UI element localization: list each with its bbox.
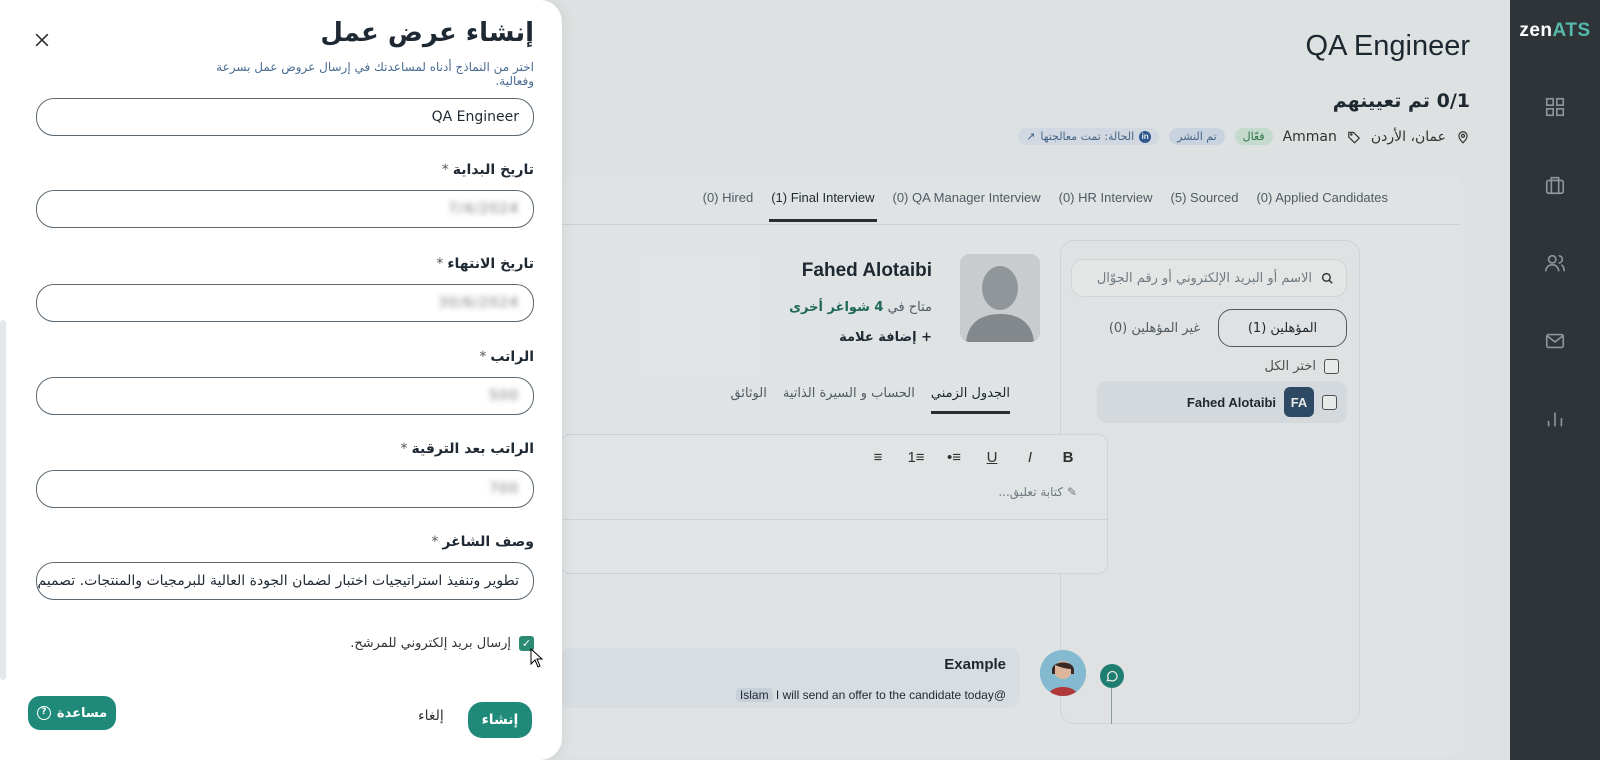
end-date-field[interactable]: 30/6/2024	[36, 284, 534, 322]
salary-after-label: الراتب بعد الترقية*	[400, 441, 535, 457]
start-date-label: تاريخ البداية*	[441, 162, 534, 178]
briefcase-icon[interactable]	[1542, 172, 1568, 198]
job-title-field[interactable]: QA Engineer	[36, 98, 534, 136]
end-date-label: تاريخ الانتهاء*	[436, 256, 534, 272]
mouse-cursor-icon	[530, 648, 544, 668]
create-offer-modal: إنشاء عرض عمل اختر من النماذج أدناه لمسا…	[0, 0, 562, 760]
zenats-logo[interactable]: zenATS	[1519, 20, 1590, 42]
cancel-button[interactable]: إلغاء	[418, 708, 444, 724]
users-icon[interactable]	[1542, 250, 1568, 276]
salary-after-field[interactable]: 700	[36, 470, 534, 508]
send-email-option[interactable]: ✓ إرسال بريد إلكتروني للمرشح.	[350, 636, 534, 651]
chart-icon[interactable]	[1542, 406, 1568, 432]
job-desc-label: وصف الشاغر*	[431, 534, 534, 550]
salary-field[interactable]: 500	[36, 377, 534, 415]
modal-subtitle: اختر من النماذج أدناه لمساعدتك في إرسال …	[216, 60, 534, 88]
start-date-field[interactable]: 7/4/2024	[36, 190, 534, 228]
question-icon: ?	[36, 706, 51, 720]
app-sidebar: zenATS	[1510, 0, 1600, 760]
job-desc-field[interactable]: تطوير وتنفيذ استراتيجيات اختبار لضمان ال…	[36, 562, 534, 600]
create-button[interactable]: إنشاء	[468, 702, 532, 738]
send-email-label: إرسال بريد إلكتروني للمرشح.	[350, 636, 511, 651]
help-button[interactable]: مساعدة ?	[28, 696, 116, 730]
modal-title: إنشاء عرض عمل	[320, 18, 534, 48]
scrollbar[interactable]	[0, 320, 6, 680]
close-icon[interactable]	[30, 28, 54, 52]
help-label: مساعدة	[56, 705, 108, 721]
salary-label: الراتب*	[479, 349, 534, 365]
mail-icon[interactable]	[1542, 328, 1568, 354]
grid-icon[interactable]	[1542, 94, 1568, 120]
